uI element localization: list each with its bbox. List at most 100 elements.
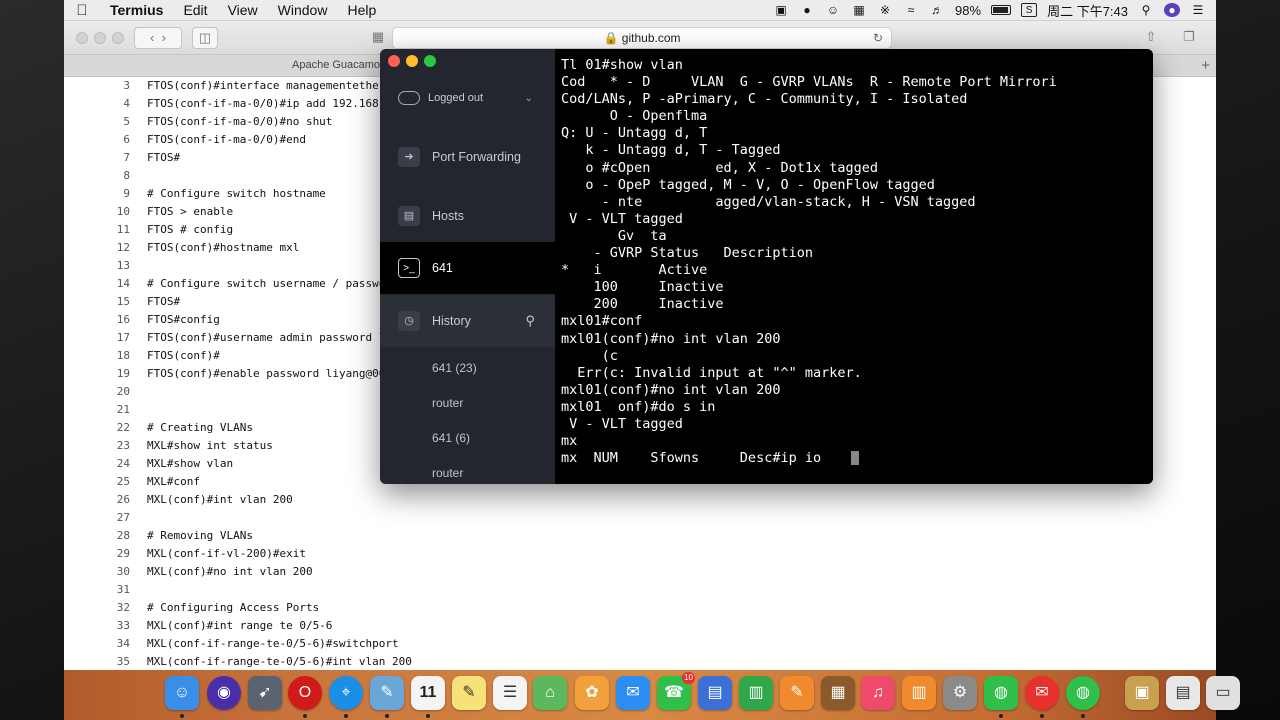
minimize-button[interactable] [406,55,418,67]
apple-icon[interactable]:  [64,2,100,19]
nav-history[interactable]: ◷ History ⚲ [380,295,555,347]
nav-session-641[interactable]: >_ 641 [380,242,555,294]
numbers-icon[interactable]: ▥ [739,676,773,710]
code-line: 26 MXL(conf)#int vlan 200 [64,491,1216,509]
pages-icon[interactable]: ✎ [780,676,814,710]
line-number: 28 [116,529,130,542]
maps-icon[interactable]: ⌂ [533,676,567,710]
reminders-icon[interactable]: ☰ [493,676,527,710]
chat-status-icon[interactable]: ☺ [825,3,841,17]
line-number: 19 [116,367,130,380]
line-number: 18 [116,349,130,362]
code-text: # Configure switch hostname [147,187,326,200]
running-indicator [999,714,1003,718]
tab-overview-icon[interactable]: ▦ [369,27,387,49]
notification-center-icon[interactable]: ☰ [1190,3,1206,17]
line-number: 16 [116,313,130,326]
bluetooth-icon[interactable]: ※ [877,3,893,17]
siri-menubar-icon[interactable]: ● [1164,3,1180,17]
nav-session-label: 641 [432,261,453,275]
line-number: 34 [116,637,130,650]
new-tab-icon[interactable]: + [1201,57,1210,74]
calendar-icon[interactable]: 11 [411,676,445,710]
history-item[interactable]: router [432,466,463,480]
code-text: # Removing VLANs [147,529,253,542]
nav-port-forwarding[interactable]: ➜ Port Forwarding [380,131,555,183]
chat-icon[interactable]: ✉ [1025,676,1059,710]
keynote-icon[interactable]: ▤ [698,676,732,710]
wifi-icon[interactable]: ≈ [903,3,919,17]
code-text: # Configure switch username / passwo [147,277,386,290]
back-forward-buttons[interactable]: ‹ › [134,27,182,49]
nav-port-forwarding-label: Port Forwarding [432,150,521,164]
search-icon[interactable]: ⚲ [525,313,535,329]
menu-window[interactable]: Window [268,2,338,18]
history-item[interactable]: router [432,396,463,410]
notes-icon[interactable]: ✎ [452,676,486,710]
running-indicator [1040,714,1044,718]
line-number: 32 [116,601,130,614]
wechat-icon[interactable]: ◍ [984,676,1018,710]
wechat-green-icon[interactable]: ◍ [1066,676,1100,710]
photos-icon[interactable]: ✿ [575,676,609,710]
music-icon[interactable]: ♫ [861,676,895,710]
menu-view[interactable]: View [218,2,268,18]
menu-help[interactable]: Help [337,2,386,18]
preferences-icon[interactable]: ⚙ [943,676,977,710]
launchpad-icon[interactable]: ➹ [248,676,282,710]
code-text: FTOS# [147,151,181,164]
account-selector[interactable]: Logged out ⌄ [380,77,555,119]
terminal-line: * i Active [561,262,708,279]
lock-icon: 🔒 [603,31,619,45]
clock[interactable]: 周二 下午7:43 [1047,1,1128,20]
terminal-output[interactable]: Tl 01#show vlan Cod * - D VLAN G - GVRP V… [555,49,1153,484]
facetime-icon[interactable]: ☎ 10 [657,672,695,710]
trash-icon[interactable]: ▭ [1206,676,1240,710]
zoom-window-button[interactable] [112,32,124,44]
line-number: 24 [116,457,130,470]
zoom-button[interactable] [424,55,436,67]
line-number: 17 [116,331,130,344]
terminal-line: mx NUM Sfowns Desc#ip io [561,450,1153,467]
box-icon[interactable]: ▣ [1125,676,1159,710]
safari-icon[interactable]: ⌖ [329,676,363,710]
nav-hosts[interactable]: ▤ Hosts [380,190,555,242]
volume-icon[interactable]: ♬ [929,3,945,17]
battery-icon[interactable] [991,5,1012,15]
reload-icon[interactable]: ↻ [873,28,883,48]
close-button[interactable] [388,55,400,67]
archive-icon[interactable]: ▦ [821,676,855,710]
screen-record-icon[interactable]: ▣ [773,3,789,17]
code-text: MXL(conf)#int vlan 200 [147,493,293,506]
code-line: 28 # Removing VLANs [64,527,1216,545]
tabs-icon[interactable]: ❐ [1178,27,1200,49]
share-icon[interactable]: ⇧ [1140,27,1162,49]
terminal-line: 100 Inactive [561,279,724,296]
line-number: 33 [116,619,130,632]
siri-icon[interactable]: ◉ [207,676,241,710]
document-icon[interactable]: ▤ [1166,676,1200,710]
input-method-icon[interactable]: S [1021,3,1038,17]
grid-status-icon[interactable]: ▦ [851,3,867,17]
code-text: MXL#conf [147,475,200,488]
finder-icon[interactable]: ☺ [165,676,199,710]
messages-icon[interactable]: ✉ [616,676,650,710]
history-item[interactable]: 641 (23) [432,361,477,375]
menu-edit[interactable]: Edit [173,2,217,18]
code-text: FTOS(conf-if-ma-0/0)#ip add 192.168. [147,97,386,110]
minimize-window-button[interactable] [94,32,106,44]
code-line: 34 MXL(conf-if-range-te-0/5-6)#switchport [64,635,1216,653]
address-bar[interactable]: 🔒 github.com ↻ [392,27,892,49]
spotlight-icon[interactable]: ⚲ [1138,3,1154,17]
history-item[interactable]: 641 (6) [432,431,470,445]
tab-apache-guacamole[interactable]: Apache Guacamol [292,59,383,71]
wechat-status-icon[interactable]: ● [799,3,815,17]
sidebar-toggle-icon[interactable]: ◫ [192,27,218,49]
opera-icon[interactable]: O [288,676,322,710]
preview-icon[interactable]: ✎ [370,676,404,710]
books-icon[interactable]: ▥ [902,676,936,710]
terminal-line: Tl 01#show vlan [561,57,683,73]
menu-app-name[interactable]: Termius [100,2,173,18]
close-window-button[interactable] [76,32,88,44]
terminal-line: V - VLT tagged [561,210,683,227]
